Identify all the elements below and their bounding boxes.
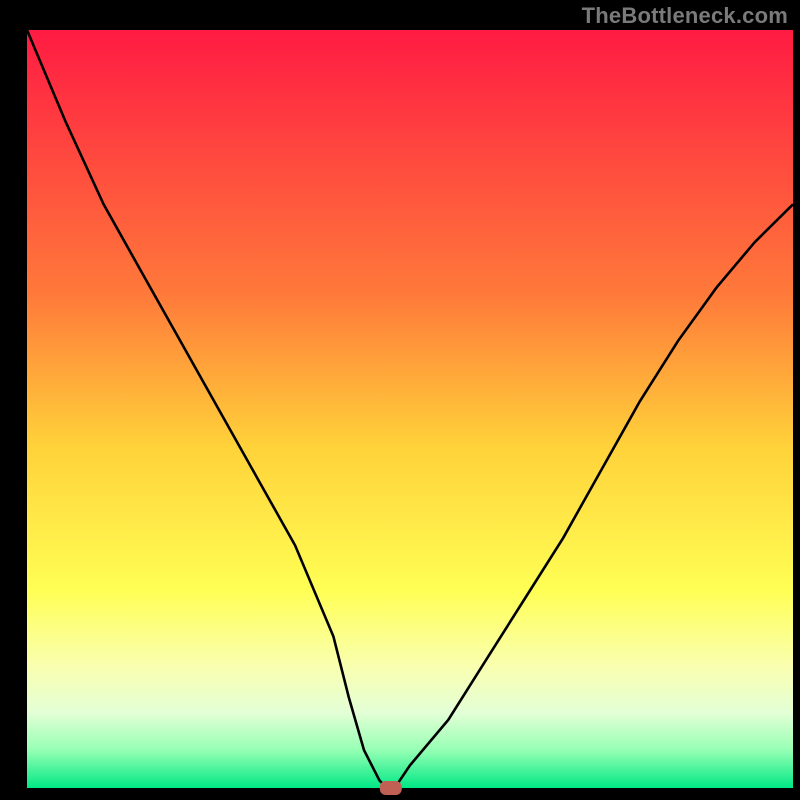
plot-background [27,30,793,788]
bottleneck-chart: TheBottleneck.com [0,0,800,800]
optimal-marker [380,781,402,795]
chart-svg [0,0,800,800]
watermark-text: TheBottleneck.com [582,3,788,29]
